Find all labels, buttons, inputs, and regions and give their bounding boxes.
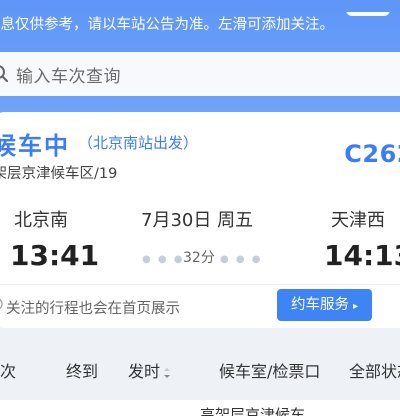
follow-tip: 关注的行程也会在首页展示	[6, 301, 180, 317]
waiting-room-text: 高架层京津候车区/19	[0, 166, 118, 182]
header-train-no[interactable]: 车次	[0, 358, 16, 382]
book-car-button[interactable]: 约车服务 ▸	[277, 289, 372, 321]
divider	[0, 284, 400, 285]
from-station: 北京南	[14, 210, 68, 231]
header-depart-label: 发时	[128, 362, 161, 381]
waiting-room-label: 高架层京津候车区/19	[0, 162, 117, 183]
arrive-time: 14:13	[324, 239, 400, 272]
sort-icon	[164, 367, 171, 378]
row-waiting-room: 高架层京津候车	[200, 406, 306, 416]
status-detail: （北京南站出发）	[78, 134, 199, 152]
to-station: 天津西	[331, 210, 385, 231]
duration: 32分	[183, 250, 215, 266]
notice-banner: 信息仅供参考，请以车站公告为准。左滑可添加关注。	[0, 12, 400, 38]
search-icon	[0, 65, 9, 83]
info-icon	[0, 298, 3, 310]
chevron-right-icon: ▸	[352, 301, 359, 312]
book-car-label: 约车服务	[290, 297, 349, 313]
duration-dots-left: ● ● ●	[142, 254, 185, 265]
search-bar[interactable]: 输入车次查询	[0, 52, 400, 96]
notice-close-tab[interactable]	[346, 12, 390, 16]
travel-date: 7月30日 周五	[141, 210, 254, 231]
table-row[interactable]: 高架层京津候车	[0, 400, 400, 416]
header-depart[interactable]: 发时	[128, 358, 171, 382]
status-card[interactable]: 候车中 （北京南站出发） C262 高架层京津候车区/19 北京南 7月30日 …	[0, 112, 400, 328]
notice-text: 信息仅供参考，请以车站公告为准。左滑可添加关注。	[0, 17, 334, 33]
header-terminal[interactable]: 终到	[66, 358, 98, 382]
train-number: C262	[344, 140, 400, 168]
header-waiting-room[interactable]: 候车室/检票口	[219, 358, 320, 382]
table-header: 车次 终到 发时 候车室/检票口 全部状态	[0, 350, 400, 386]
duration-dots-right: ● ● ●	[220, 254, 263, 265]
status-label: 候车中	[0, 132, 70, 160]
search-input[interactable]: 输入车次查询	[16, 62, 121, 87]
depart-time: 13:41	[10, 239, 100, 272]
header-status-filter[interactable]: 全部状态	[349, 358, 400, 382]
status-title: 候车中	[0, 126, 70, 161]
